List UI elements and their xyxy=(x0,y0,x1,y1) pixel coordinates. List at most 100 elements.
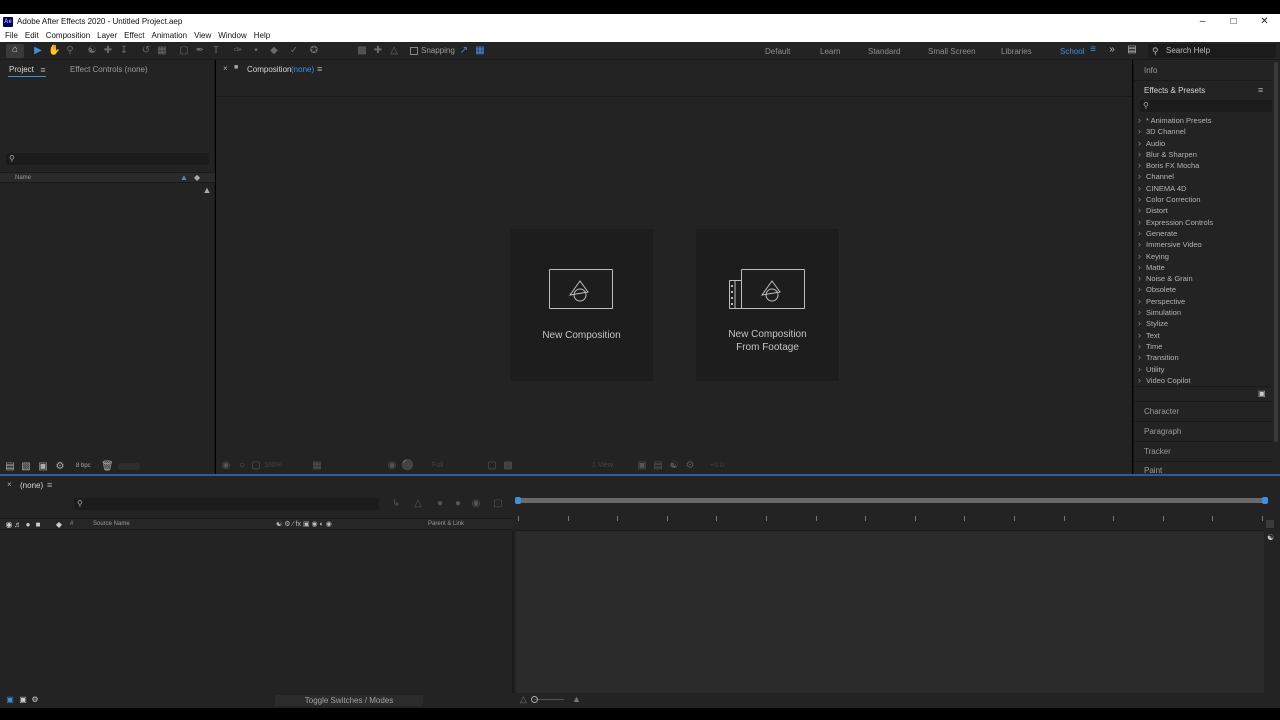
workspace-standard[interactable]: Standard xyxy=(868,47,900,56)
effect-category-audio[interactable]: Audio xyxy=(1134,138,1272,150)
thumbnail-slider[interactable] xyxy=(118,463,140,470)
eraser-tool-icon[interactable]: ◆ xyxy=(268,45,280,57)
timeline-zoom-slider[interactable] xyxy=(534,699,564,700)
lock-icon[interactable]: ■ xyxy=(234,64,238,71)
view-layout-dropdown[interactable]: 1 View xyxy=(592,462,613,469)
panel-tracker[interactable]: Tracker xyxy=(1144,447,1171,456)
timeline-track-area[interactable] xyxy=(516,530,1264,693)
effect-category-perspective[interactable]: Perspective xyxy=(1134,296,1272,308)
effect-category-utility[interactable]: Utility xyxy=(1134,364,1272,376)
zoom-slider-knob[interactable] xyxy=(531,696,538,703)
exposure-value[interactable]: +0.0 xyxy=(710,462,724,469)
pixel-aspect-icon[interactable]: ▣ xyxy=(636,460,648,472)
menu-effect[interactable]: Effect xyxy=(124,31,144,40)
tab-effect-controls[interactable]: Effect Controls (none) xyxy=(70,65,148,74)
effect-category-expression-controls[interactable]: Expression Controls xyxy=(1134,217,1272,229)
new-composition-button[interactable]: New Composition xyxy=(510,229,653,381)
shy-icon[interactable]: ● xyxy=(434,498,446,510)
brush-tool-icon[interactable]: ✑ xyxy=(232,45,244,57)
menu-animation[interactable]: Animation xyxy=(151,31,187,40)
rotate-tool-icon[interactable]: ↺ xyxy=(140,45,152,57)
effect-category-noise-grain[interactable]: Noise & Grain xyxy=(1134,273,1272,285)
graph-editor-icon[interactable]: ▢ xyxy=(492,498,504,510)
dolly-tool-icon[interactable]: ↧ xyxy=(118,45,130,57)
interpret-footage-icon[interactable]: ▤ xyxy=(4,461,16,473)
menu-layer[interactable]: Layer xyxy=(97,31,117,40)
menu-composition[interactable]: Composition xyxy=(46,31,90,40)
toggle-switches-modes-button[interactable]: Toggle Switches / Modes xyxy=(275,695,423,706)
maximize-icon[interactable]: □ xyxy=(1218,14,1249,29)
timeline-layers-area[interactable] xyxy=(0,531,514,693)
transfer-controls-icon[interactable]: ▣ xyxy=(17,694,29,706)
workspace-learn[interactable]: Learn xyxy=(820,47,840,56)
snapshot-icon[interactable]: ◉ xyxy=(386,460,398,472)
right-panel-scrollbar[interactable] xyxy=(1274,62,1278,442)
source-name-header[interactable]: Source Name xyxy=(93,521,130,527)
timeline-link-icon[interactable]: ☯ xyxy=(668,460,680,472)
timeline-zoom-handle[interactable] xyxy=(1266,520,1274,528)
trash-icon[interactable]: 🗑 xyxy=(101,461,114,473)
comp-button-icon[interactable]: ☯ xyxy=(1267,533,1274,542)
project-panel-menu-icon[interactable]: ≡ xyxy=(37,64,49,76)
show-snapshot-icon[interactable]: ⚫ xyxy=(401,460,413,472)
effect-category-obsolete[interactable]: Obsolete xyxy=(1134,284,1272,296)
bit-depth-button[interactable]: 8 bpc xyxy=(76,463,91,469)
effect-category-generate[interactable]: Generate xyxy=(1134,228,1272,240)
selection-tool-icon[interactable]: ▶ xyxy=(32,45,44,57)
effects-panel-menu-icon[interactable]: ≡ xyxy=(1258,85,1263,95)
draft-3d-icon[interactable]: △ xyxy=(412,498,424,510)
timeline-panel-menu-icon[interactable]: ≡ xyxy=(47,480,52,490)
workspace-menu-icon[interactable]: ≡ xyxy=(1087,44,1099,56)
in-out-icon[interactable]: ⚙ xyxy=(29,694,41,706)
label-tag-icon[interactable]: ◆ xyxy=(194,173,200,182)
lock-icon[interactable]: ■ xyxy=(32,519,44,531)
effect-category-simulation[interactable]: Simulation xyxy=(1134,307,1272,319)
comp-flowchart-icon[interactable]: ↳ xyxy=(390,498,402,510)
mask-toggle-icon[interactable]: ○ xyxy=(236,460,248,472)
zoom-in-icon[interactable]: ▲ xyxy=(572,694,581,704)
cached-frames-icon[interactable]: ▢ xyxy=(250,460,262,472)
panel-effects-presets-title[interactable]: Effects & Presets xyxy=(1144,86,1205,95)
tab-project[interactable]: Project xyxy=(9,65,34,74)
composition-panel-menu-icon[interactable]: ≡ xyxy=(317,64,322,74)
new-preset-icon[interactable]: ▣ xyxy=(1258,389,1266,398)
panel-info[interactable]: Info xyxy=(1144,66,1157,75)
zoom-dropdown[interactable]: 100% xyxy=(264,462,282,469)
workspace-school[interactable]: School xyxy=(1060,47,1084,56)
new-composition-from-footage-button[interactable]: New Composition From Footage xyxy=(696,229,839,381)
menu-view[interactable]: View xyxy=(194,31,211,40)
home-icon[interactable]: ⌂ xyxy=(6,44,24,58)
pan-behind-tool-icon[interactable]: ▦ xyxy=(156,45,168,57)
work-area-bar[interactable] xyxy=(515,497,1268,504)
effect-category-matte[interactable]: Matte xyxy=(1134,262,1272,274)
menu-window[interactable]: Window xyxy=(218,31,246,40)
zoom-tool-icon[interactable]: ⚲ xyxy=(64,45,76,57)
zoom-out-icon[interactable]: △ xyxy=(520,694,527,705)
effect-category-3d-channel[interactable]: 3D Channel xyxy=(1134,126,1272,138)
frame-blending-icon[interactable]: ● xyxy=(452,498,464,510)
rectangle-tool-icon[interactable]: ▢ xyxy=(178,45,190,57)
effect-category-distort[interactable]: Distort xyxy=(1134,205,1272,217)
puppet-tool-icon[interactable]: ✪ xyxy=(308,45,320,57)
orbit-tool-icon[interactable]: ☯ xyxy=(86,45,98,57)
effect-category-keying[interactable]: Keying xyxy=(1134,251,1272,263)
clone-stamp-tool-icon[interactable]: ▪ xyxy=(250,45,262,57)
panel-character[interactable]: Character xyxy=(1144,407,1179,416)
menu-edit[interactable]: Edit xyxy=(25,31,39,40)
fast-previews-icon[interactable]: ▤ xyxy=(652,460,664,472)
pen-tool-icon[interactable]: ✒ xyxy=(194,45,206,57)
move-tool-icon[interactable]: ✚ xyxy=(102,45,114,57)
effect-category-cinema-4d[interactable]: CINEMA 4D xyxy=(1134,183,1272,195)
effect-category-immersive-video[interactable]: Immersive Video xyxy=(1134,239,1272,251)
effect-category-text[interactable]: Text xyxy=(1134,330,1272,342)
flowchart-icon[interactable]: ▲ xyxy=(201,184,213,196)
effect-category-channel[interactable]: Channel xyxy=(1134,171,1272,183)
preview-icon[interactable]: ◉ xyxy=(220,460,232,472)
effect-category-blur-sharpen[interactable]: Blur & Sharpen xyxy=(1134,149,1272,161)
close-icon[interactable]: × xyxy=(7,480,12,489)
new-folder-icon[interactable]: ▧ xyxy=(20,461,32,473)
project-search-input[interactable]: ⚲ xyxy=(6,153,209,165)
tab-timeline[interactable]: (none) xyxy=(20,481,43,490)
motion-blur-icon[interactable]: ◉ xyxy=(470,498,482,510)
effect-category-video-copilot[interactable]: Video Copilot xyxy=(1134,375,1272,387)
